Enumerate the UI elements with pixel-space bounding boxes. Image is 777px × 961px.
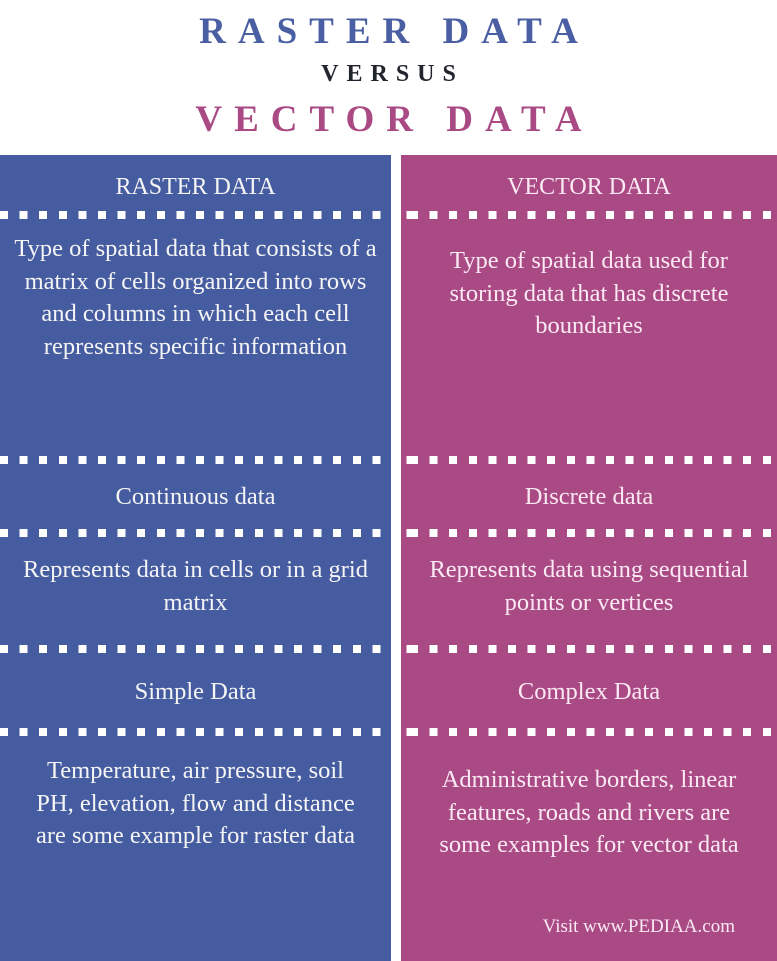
dotted-divider: [401, 529, 777, 537]
title-versus: VERSUS: [321, 61, 464, 87]
dotted-divider: [0, 211, 391, 219]
raster-data-type: Continuous data: [115, 483, 276, 510]
dotted-divider: [401, 456, 777, 464]
dotted-divider: [0, 645, 391, 653]
vector-column: VECTOR DATA Type of spatial data used fo…: [401, 155, 777, 961]
dotted-divider: [401, 728, 777, 736]
vector-column-heading: VECTOR DATA: [507, 174, 671, 200]
raster-column-heading: RASTER DATA: [115, 174, 276, 200]
vector-complexity: Complex Data: [517, 678, 661, 705]
dotted-divider: [401, 645, 777, 653]
raster-representation: Represents data in cells or in a grid ma…: [23, 556, 368, 616]
pediaa-credit-link[interactable]: Visit www.PEDIAA.com: [543, 916, 735, 938]
raster-examples: Temperature, air pressure, soil PH, elev…: [35, 757, 355, 849]
dotted-divider: [0, 529, 391, 537]
raster-column: RASTER DATA Type of spatial data that co…: [0, 155, 391, 961]
vector-definition: Type of spatial data used for storing da…: [449, 247, 729, 339]
vector-representation: Represents data using sequential points …: [429, 556, 749, 616]
vector-data-type: Discrete data: [524, 483, 654, 510]
dotted-divider: [0, 728, 391, 736]
raster-complexity: Simple Data: [134, 678, 257, 705]
title-raster-data: RASTER DATA: [199, 11, 590, 52]
raster-definition: Type of spatial data that consists of a …: [14, 235, 377, 360]
dotted-divider: [0, 456, 391, 464]
dotted-divider: [401, 211, 777, 219]
vector-examples: Administrative borders, linear features,…: [439, 766, 739, 858]
title-vector-data: VECTOR DATA: [195, 99, 594, 140]
